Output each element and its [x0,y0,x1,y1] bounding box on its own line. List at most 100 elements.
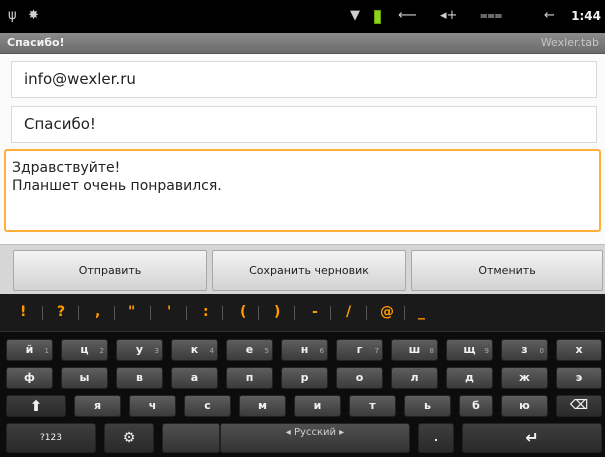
candidate-key[interactable]: : [203,304,209,320]
battery-icon [374,10,381,24]
candidate-key[interactable]: ) [274,304,280,320]
candidate-key[interactable]: ' [167,304,171,320]
key-hint: 5 [264,347,269,355]
key[interactable]: э [556,367,602,389]
backspace-icon: ⌫ [569,398,589,413]
key[interactable]: г7 [336,339,383,361]
save-draft-button[interactable]: Сохранить черновик [212,250,406,291]
wifi-icon: ▼ [350,8,360,23]
key-hint: 8 [429,347,434,355]
symbols-key[interactable]: ?123 [6,423,96,453]
key-label: г [356,343,363,356]
action-bar: Отправить Сохранить черновик Отменить [0,244,605,294]
key[interactable]: н6 [281,339,328,361]
divider [258,306,259,320]
subject-field[interactable]: Спасибо! [11,106,597,143]
body-line: Здравствуйте! [12,160,121,176]
key[interactable]: щ9 [446,339,493,361]
enter-key[interactable]: ↵ [462,423,602,453]
candidate-key[interactable]: ? [57,304,65,320]
to-field[interactable]: info@wexler.ru [11,61,597,98]
key-label: н [300,343,309,356]
key[interactable]: ч [129,395,176,417]
divider [366,306,367,320]
delete-key[interactable]: ⌫ [556,395,602,417]
key[interactable]: л [391,367,438,389]
key[interactable]: ю [501,395,548,417]
key[interactable]: а [171,367,218,389]
key[interactable]: р [281,367,328,389]
cancel-button[interactable]: Отменить [411,250,603,291]
key[interactable] [162,423,220,453]
candidate-key[interactable]: / [346,304,351,320]
key[interactable]: в [116,367,163,389]
key[interactable]: о [336,367,383,389]
status-bar: ψ ✸ ▼ ⟵ ◂+ ⩶ ← 1:44 [0,0,605,33]
enter-icon: ↵ [525,428,539,447]
divider [78,306,79,320]
to-value: info@wexler.ru [24,70,136,88]
key[interactable]: ф [6,367,53,389]
key[interactable]: ж [501,367,548,389]
key-label: ш [408,343,421,356]
key[interactable]: и [294,395,341,417]
candidate-key[interactable]: " [128,304,135,320]
language-label: ◂ Русский ▸ [285,427,345,438]
key[interactable]: п [226,367,273,389]
key-label: щ [463,343,476,356]
settings-key[interactable]: ⚙ [104,423,154,453]
notification-arrow-icon: ← [544,8,555,23]
key[interactable]: ш8 [391,339,438,361]
period-key[interactable]: . [418,423,454,453]
key-label: к [190,343,199,356]
key-hint: 9 [484,347,489,355]
volume-icon: ◂+ [440,8,458,23]
key-hint: 7 [374,347,379,355]
candidate-key[interactable]: _ [418,304,425,320]
candidate-strip: ! ? , " ' : ( ) - / @ _ [0,294,605,332]
key[interactable]: й1 [6,339,53,361]
candidate-key[interactable]: ! [20,304,26,320]
key-hint: 3 [154,347,159,355]
key[interactable]: х [556,339,602,361]
key-label: ц [80,343,89,356]
key-label: у [135,343,144,356]
message-body-field[interactable]: Здравствуйте! Планшет очень понравился. [4,149,601,232]
divider [186,306,187,320]
key[interactable]: з0 [501,339,548,361]
divider [222,306,223,320]
key[interactable]: я [74,395,121,417]
key[interactable]: у3 [116,339,163,361]
key[interactable]: б [459,395,493,417]
key-label: й [25,343,34,356]
key[interactable]: ц2 [61,339,108,361]
android-icon: ✸ [28,8,39,23]
candidate-key[interactable]: , [95,304,100,320]
key[interactable]: ь [404,395,451,417]
divider [294,306,295,320]
title-bar: Спасибо! Wexler.tab [0,33,605,54]
shift-icon: ⬆ [29,397,43,415]
key[interactable]: к4 [171,339,218,361]
candidate-key[interactable]: - [312,304,318,320]
key[interactable]: ы [61,367,108,389]
key-hint: 1 [44,347,49,355]
language-name: Русский [294,427,336,438]
shift-key[interactable]: ⬆ [6,395,66,417]
key[interactable]: т [349,395,396,417]
key-hint: 6 [319,347,324,355]
subject-value: Спасибо! [24,115,96,133]
key[interactable]: е5 [226,339,273,361]
send-button[interactable]: Отправить [13,250,207,291]
divider [114,306,115,320]
key-hint: 2 [99,347,104,355]
space-key[interactable]: ◂ Русский ▸ [220,423,410,453]
divider [330,306,331,320]
candidate-key[interactable]: @ [380,304,394,320]
candidate-key[interactable]: ( [240,304,246,320]
app-name: Wexler.tab [540,36,599,49]
compose-form: info@wexler.ru Спасибо! Здравствуйте! Пл… [0,54,605,244]
key[interactable]: с [184,395,231,417]
key[interactable]: м [239,395,286,417]
key[interactable]: д [446,367,493,389]
